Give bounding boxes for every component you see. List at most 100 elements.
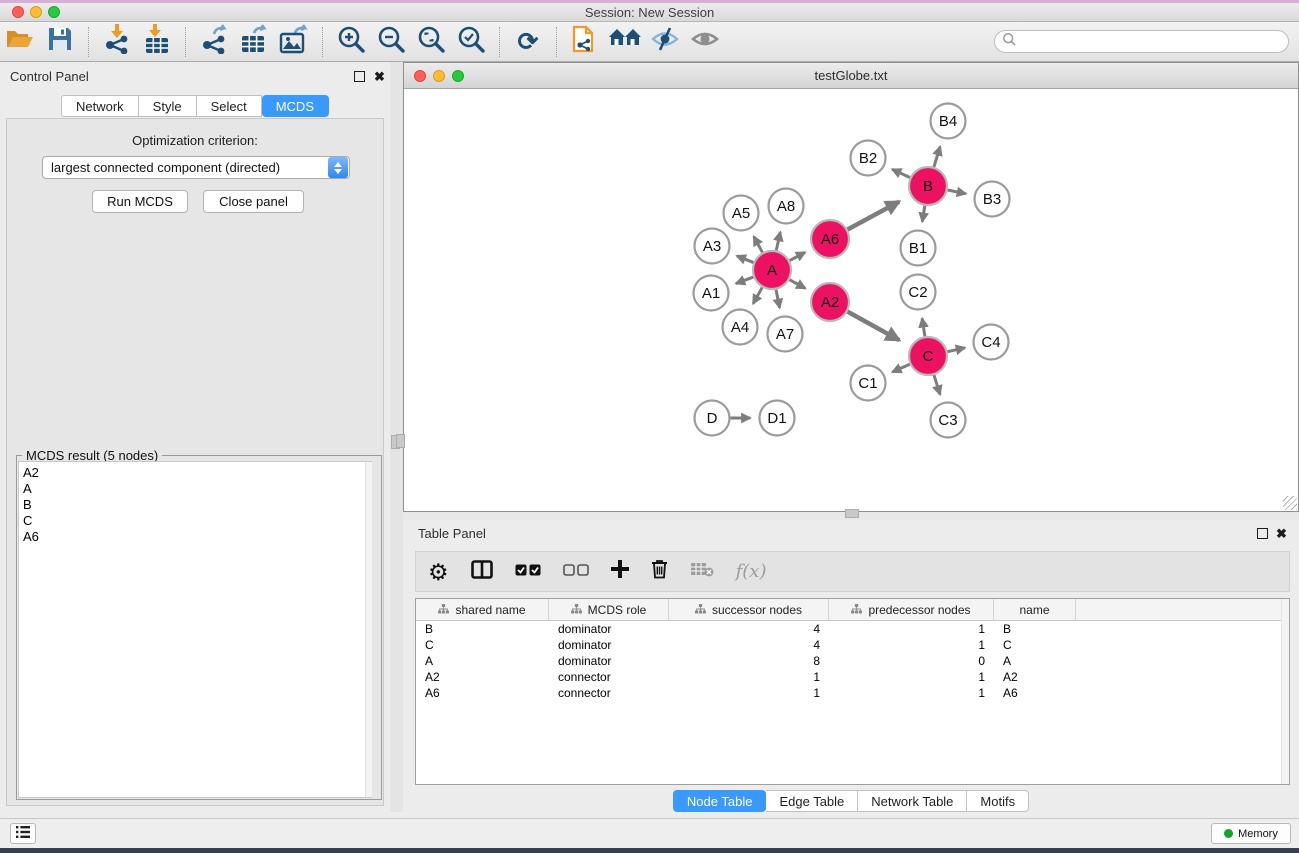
mcds-result-item[interactable]: A — [23, 481, 371, 497]
control-panel-close-button[interactable]: ✖ — [374, 70, 385, 83]
tab-style[interactable]: Style — [139, 95, 197, 117]
zoom-in-button[interactable] — [331, 25, 371, 59]
tab-node-table[interactable]: Node Table — [673, 790, 767, 812]
vertical-scroll-thumb[interactable] — [396, 434, 405, 448]
edge-B-B3[interactable] — [948, 190, 966, 194]
refresh-button[interactable]: ⟳ — [508, 25, 548, 59]
cell-name[interactable]: A6 — [994, 686, 1076, 700]
tab-edge-table[interactable]: Edge Table — [766, 790, 858, 812]
cell-name[interactable]: B — [994, 622, 1076, 636]
import-network-button[interactable] — [97, 25, 137, 59]
memory-button[interactable]: Memory — [1211, 823, 1291, 844]
column-header-MCDS-role[interactable]: MCDS role — [549, 599, 669, 620]
column-header-name[interactable]: name — [994, 599, 1076, 620]
edge-A-A1[interactable] — [736, 277, 753, 284]
save-session-button[interactable] — [40, 25, 80, 59]
edge-C-C4[interactable] — [948, 348, 965, 352]
cell-successor-nodes[interactable]: 4 — [669, 622, 829, 636]
network-window-titlebar[interactable]: testGlobe.txt — [404, 63, 1298, 89]
edge-C-C1[interactable] — [892, 364, 909, 372]
zoom-window-button[interactable] — [48, 6, 60, 18]
table-row[interactable]: Bdominator41B — [416, 621, 1289, 637]
cell-MCDS-role[interactable]: dominator — [549, 622, 669, 636]
export-network-button[interactable] — [194, 25, 234, 59]
cell-successor-nodes[interactable]: 1 — [669, 686, 829, 700]
cell-name[interactable]: A — [994, 654, 1076, 668]
edge-C-C2[interactable] — [922, 318, 925, 336]
cell-shared-name[interactable]: C — [416, 638, 549, 652]
column-header-predecessor-nodes[interactable]: predecessor nodes — [829, 599, 994, 620]
search-field[interactable] — [994, 30, 1289, 53]
run-mcds-button[interactable]: Run MCDS — [92, 190, 188, 213]
table-panel-float-button[interactable] — [1257, 528, 1268, 539]
cell-successor-nodes[interactable]: 1 — [669, 670, 829, 684]
hide-panels-button[interactable] — [645, 25, 685, 59]
export-image-button[interactable] — [274, 25, 314, 59]
function-builder-button[interactable]: f(x) — [736, 557, 767, 587]
mcds-result-item[interactable]: A2 — [23, 465, 371, 481]
cell-name[interactable]: C — [994, 638, 1076, 652]
export-table-button[interactable] — [234, 25, 274, 59]
table-row[interactable]: Adominator80A — [416, 653, 1289, 669]
import-table-button[interactable] — [137, 25, 177, 59]
edge-A-A2[interactable] — [790, 280, 806, 289]
edge-B-B4[interactable] — [934, 147, 940, 167]
mcds-result-scrollbar[interactable] — [365, 462, 372, 797]
cell-predecessor-nodes[interactable]: 1 — [829, 670, 994, 684]
edge-A2-C[interactable] — [848, 312, 900, 341]
delete-table-button[interactable] — [690, 557, 714, 587]
edge-A-A6[interactable] — [790, 252, 806, 260]
table-row[interactable]: A6connector11A6 — [416, 685, 1289, 701]
node-table[interactable]: shared nameMCDS rolesuccessor nodesprede… — [415, 598, 1290, 785]
table-panel-close-button[interactable]: ✖ — [1276, 527, 1287, 540]
control-panel-float-button[interactable] — [354, 71, 365, 82]
close-window-button[interactable] — [12, 6, 24, 18]
search-input[interactable] — [1017, 32, 1288, 51]
tab-mcds[interactable]: MCDS — [262, 95, 329, 117]
edge-A-A4[interactable] — [753, 287, 762, 303]
delete-column-button[interactable] — [651, 557, 668, 587]
edge-A-A3[interactable] — [737, 256, 754, 263]
task-history-button[interactable] — [10, 823, 36, 844]
column-header-successor-nodes[interactable]: successor nodes — [669, 599, 829, 620]
zoom-selected-button[interactable] — [451, 25, 491, 59]
deselect-all-rows-button[interactable] — [563, 557, 589, 587]
cell-MCDS-role[interactable]: connector — [549, 686, 669, 700]
cell-shared-name[interactable]: A — [416, 654, 549, 668]
network-close-button[interactable] — [414, 70, 426, 82]
table-row[interactable]: A2connector11A2 — [416, 669, 1289, 685]
table-row[interactable]: Cdominator41C — [416, 637, 1289, 653]
mcds-result-item[interactable]: C — [23, 513, 371, 529]
tab-motifs[interactable]: Motifs — [967, 790, 1029, 812]
edge-A6-B[interactable] — [848, 202, 900, 230]
cell-successor-nodes[interactable]: 8 — [669, 654, 829, 668]
network-overview-button[interactable] — [605, 25, 645, 59]
cell-shared-name[interactable]: A6 — [416, 686, 549, 700]
tab-network[interactable]: Network — [61, 95, 139, 117]
cell-predecessor-nodes[interactable]: 1 — [829, 638, 994, 652]
cell-MCDS-role[interactable]: dominator — [549, 638, 669, 652]
cell-name[interactable]: A2 — [994, 670, 1076, 684]
cell-shared-name[interactable]: B — [416, 622, 549, 636]
minimize-window-button[interactable] — [30, 6, 42, 18]
network-zoom-button[interactable] — [452, 70, 464, 82]
select-all-rows-button[interactable] — [515, 557, 541, 587]
zoom-fit-button[interactable] — [411, 25, 451, 59]
mcds-result-item[interactable]: A6 — [23, 529, 371, 545]
horizontal-splitter[interactable] — [403, 512, 1299, 520]
edge-B-B1[interactable] — [922, 206, 925, 222]
edge-C-C3[interactable] — [934, 375, 940, 394]
table-scrollbar[interactable] — [1281, 599, 1289, 784]
edge-A-A7[interactable] — [776, 290, 780, 308]
edge-B-B2[interactable] — [892, 169, 910, 177]
new-network-from-file-button[interactable] — [565, 25, 605, 59]
tab-network-table[interactable]: Network Table — [858, 790, 967, 812]
edge-A-A5[interactable] — [754, 236, 763, 252]
cell-shared-name[interactable]: A2 — [416, 670, 549, 684]
network-graph-canvas[interactable]: B4B2BB3A8A5A6A3B1AA1C2A2A4A7C4CC1DD1C3 — [404, 89, 1298, 511]
network-minimize-button[interactable] — [433, 70, 445, 82]
show-panels-button[interactable] — [685, 25, 725, 59]
create-column-button[interactable] — [611, 557, 629, 587]
column-header-shared-name[interactable]: shared name — [416, 599, 549, 620]
tab-select[interactable]: Select — [197, 95, 262, 117]
